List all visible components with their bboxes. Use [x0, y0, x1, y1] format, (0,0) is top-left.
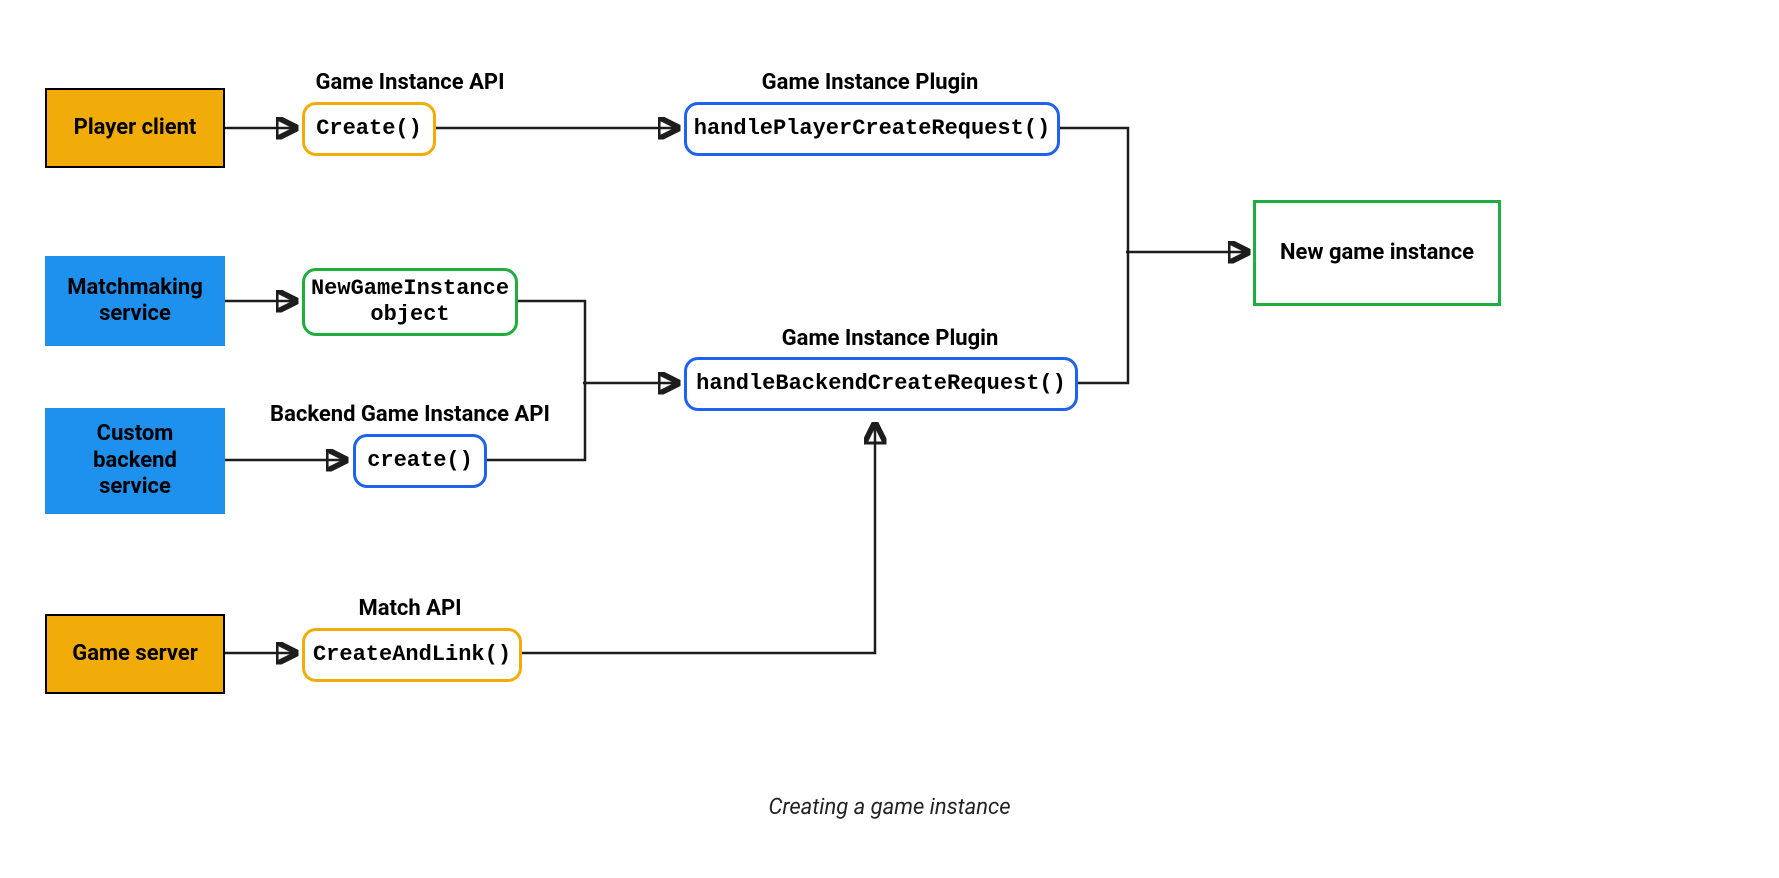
- player-plugin-label: Game Instance Plugin: [690, 70, 1050, 95]
- handle-player-create-node: handlePlayerCreateRequest(): [684, 102, 1060, 156]
- backend-game-instance-api-label: Backend Game Instance API: [260, 402, 560, 427]
- backend-plugin-label: Game Instance Plugin: [690, 326, 1090, 351]
- custom-backend-service-box: Custom backend service: [45, 408, 225, 514]
- new-game-instance-object-node: NewGameInstance object: [302, 268, 518, 336]
- diagram-caption: Creating a game instance: [0, 795, 1779, 820]
- matchmaking-service-box: Matchmaking service: [45, 256, 225, 346]
- create-and-link-api-node: CreateAndLink(): [302, 628, 522, 682]
- create-player-api-node: Create(): [302, 102, 436, 156]
- create-backend-api-node: create(): [353, 434, 487, 488]
- player-client-box: Player client: [45, 88, 225, 168]
- handle-backend-create-node: handleBackendCreateRequest(): [684, 357, 1078, 411]
- game-server-box: Game server: [45, 614, 225, 694]
- match-api-label: Match API: [300, 596, 520, 621]
- new-game-instance-box: New game instance: [1253, 200, 1501, 306]
- diagram-canvas: Player client Matchmaking service Custom…: [0, 0, 1779, 878]
- game-instance-api-label: Game Instance API: [260, 70, 560, 95]
